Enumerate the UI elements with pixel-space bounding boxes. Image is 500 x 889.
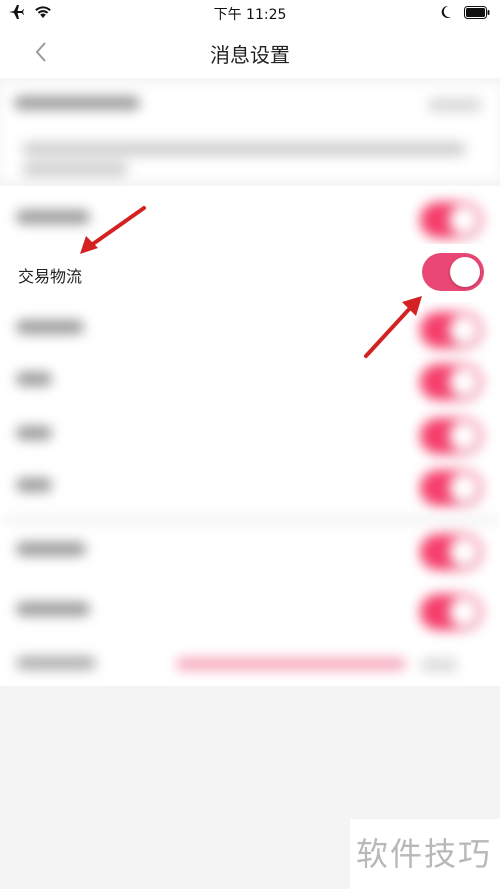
blurred-slider-row: [0, 636, 500, 690]
status-time: 下午 11:25: [213, 7, 287, 23]
blurred-row-label: [16, 542, 86, 556]
blurred-desc-line: [22, 142, 466, 156]
blurred-row-label: [16, 372, 52, 386]
blurred-heading-right: [428, 98, 482, 112]
blurred-row-label: [16, 478, 52, 492]
blurred-row-label: [16, 602, 90, 616]
blurred-slider-track[interactable]: [176, 658, 406, 670]
blurred-heading: [14, 96, 140, 110]
blurred-desc-line: [22, 162, 128, 176]
annotation-arrow-label: [80, 206, 146, 254]
status-right: [440, 5, 490, 19]
blurred-slider-value: [420, 658, 458, 672]
blurred-setting-row: [0, 522, 500, 576]
blurred-row-label: [16, 426, 52, 440]
status-bar: 下午 11:25: [0, 0, 500, 26]
page-title: 消息设置: [210, 43, 290, 67]
blurred-row-label: [16, 320, 84, 334]
setting-row-label: 交易物流: [18, 267, 83, 286]
blurred-toggle[interactable]: [420, 594, 482, 630]
watermark-text: 软件技巧: [355, 835, 492, 873]
annotation-arrow-toggle: [364, 296, 422, 358]
toggle-knob: [449, 421, 479, 451]
battery-icon: [464, 5, 490, 19]
blurred-header-card: [0, 84, 500, 180]
toggle-knob: [449, 367, 479, 397]
blurred-toggle[interactable]: [420, 202, 482, 238]
toggle-knob: [449, 315, 479, 345]
blurred-row-label: [16, 656, 96, 670]
blurred-setting-row: [0, 582, 500, 636]
toggle-knob: [449, 537, 479, 567]
blurred-setting-row: [0, 458, 500, 512]
toggle-knob: [449, 473, 479, 503]
blurred-toggle[interactable]: [420, 364, 482, 400]
blurred-toggle[interactable]: [420, 534, 482, 570]
moon-icon: [441, 5, 451, 18]
blurred-toggle[interactable]: [420, 418, 482, 454]
toggle-knob: [449, 597, 479, 627]
blurred-toggle[interactable]: [420, 470, 482, 506]
watermark: 软件技巧: [350, 819, 500, 889]
toggle-knob: [449, 205, 479, 235]
toggle-knob: [450, 257, 480, 287]
blurred-setting-row: [0, 406, 500, 460]
nav-bar: 消息设置: [0, 26, 500, 78]
